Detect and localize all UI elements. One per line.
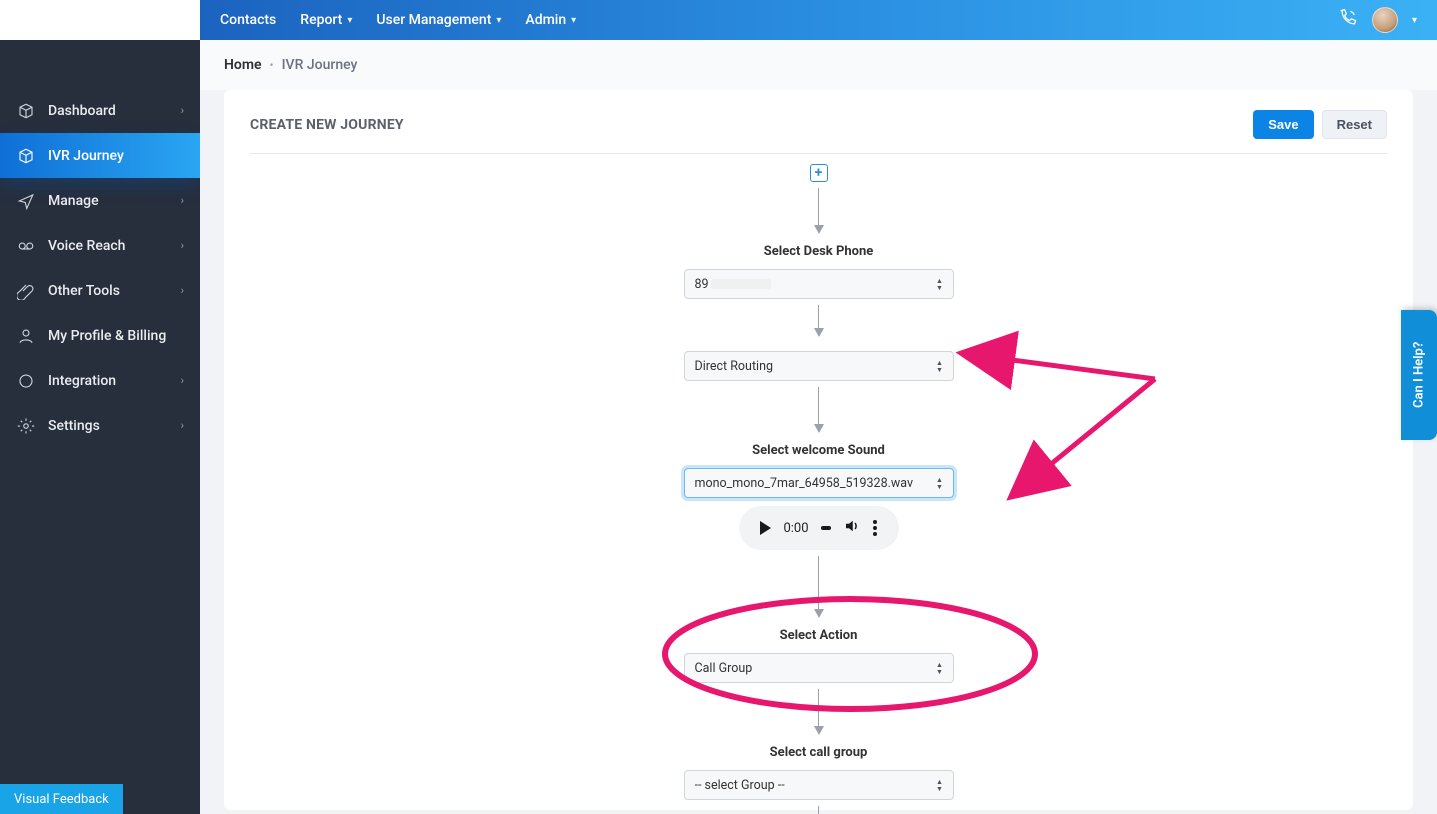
updown-icon: ▲▼ — [935, 359, 945, 373]
sidebar-item-voice-reach[interactable]: Voice Reach › — [0, 223, 200, 268]
breadcrumb-current: IVR Journey — [282, 57, 358, 73]
updown-icon: ▲▼ — [935, 476, 945, 490]
sidebar-item-integration[interactable]: Integration › — [0, 358, 200, 403]
chevron-down-icon[interactable]: ▾ — [1412, 15, 1417, 26]
sidebar: Dashboard › IVR Journey Manage › Voice R… — [0, 40, 200, 814]
save-button[interactable]: Save — [1253, 110, 1313, 139]
sidebar-item-label: Manage — [48, 193, 99, 209]
nav-report[interactable]: Report▾ — [300, 12, 352, 28]
nav-admin[interactable]: Admin▾ — [525, 12, 576, 28]
sidebar-item-label: Dashboard — [48, 103, 116, 119]
send-icon — [16, 192, 36, 210]
flow-connector — [818, 305, 819, 335]
sidebar-item-label: Voice Reach — [48, 238, 125, 254]
chevron-right-icon: › — [181, 284, 184, 297]
gear-icon — [16, 417, 36, 435]
step-label-call-group: Select call group — [770, 745, 868, 760]
volume-icon[interactable] — [843, 517, 861, 539]
step-label-welcome-sound: Select welcome Sound — [752, 443, 885, 458]
flow-connector — [818, 387, 819, 431]
user-icon — [16, 327, 36, 345]
breadcrumb: Home • IVR Journey — [200, 40, 1437, 90]
chevron-right-icon: › — [181, 374, 184, 387]
annotation-arrows — [990, 349, 1190, 533]
audio-track[interactable] — [821, 526, 831, 530]
sidebar-item-manage[interactable]: Manage › — [0, 178, 200, 223]
avatar[interactable] — [1372, 7, 1398, 33]
call-group-select[interactable]: -- select Group -- ▲▼ — [684, 770, 954, 800]
chevron-down-icon: ▾ — [571, 15, 576, 26]
updown-icon: ▲▼ — [935, 778, 945, 792]
play-icon[interactable] — [760, 521, 771, 535]
chevron-right-icon: › — [181, 239, 184, 252]
sidebar-item-label: My Profile & Billing — [48, 328, 166, 344]
sidebar-item-settings[interactable]: Settings › — [0, 403, 200, 448]
sidebar-item-ivr-journey[interactable]: IVR Journey — [0, 133, 200, 178]
sidebar-item-profile-billing[interactable]: My Profile & Billing — [0, 313, 200, 358]
flow-connector — [818, 556, 819, 616]
select-value: Call Group — [695, 661, 753, 676]
sidebar-item-label: IVR Journey — [48, 148, 124, 164]
cube-icon — [16, 147, 36, 165]
top-navbar: Contacts Report▾ User Management▾ Admin▾… — [200, 0, 1437, 40]
step-label-action: Select Action — [780, 628, 858, 643]
desk-phone-select[interactable]: 89 ▲▼ — [684, 269, 954, 299]
updown-icon: ▲▼ — [935, 277, 945, 291]
nav-user-management[interactable]: User Management▾ — [376, 12, 501, 28]
chevron-right-icon: › — [181, 104, 184, 117]
sidebar-item-label: Settings — [48, 418, 100, 434]
flow-area: + Select Desk Phone 89 ▲▼ Direct Routing… — [250, 154, 1387, 794]
breadcrumb-home[interactable]: Home — [224, 57, 262, 73]
select-value: mono_mono_7mar_64958_519328.wav — [695, 476, 914, 491]
action-select[interactable]: Call Group ▲▼ — [684, 653, 954, 683]
chevron-right-icon: › — [181, 194, 184, 207]
help-tab[interactable]: Can I Help? — [1401, 310, 1437, 440]
visual-feedback-button[interactable]: Visual Feedback — [0, 784, 123, 814]
sidebar-item-label: Other Tools — [48, 283, 120, 299]
cube-icon — [16, 102, 36, 120]
chevron-right-icon: › — [181, 419, 184, 432]
kebab-icon[interactable] — [873, 520, 877, 536]
voicemail-icon — [16, 237, 36, 255]
routing-select[interactable]: Direct Routing ▲▼ — [684, 351, 954, 381]
panel-title: CREATE NEW JOURNEY — [250, 117, 404, 133]
step-label-desk-phone: Select Desk Phone — [764, 244, 874, 259]
breadcrumb-separator: • — [270, 58, 274, 72]
sidebar-item-label: Integration — [48, 373, 116, 389]
paperclip-icon — [16, 282, 36, 300]
select-value: Direct Routing — [695, 359, 774, 374]
add-step-button[interactable]: + — [810, 164, 828, 182]
nav-contacts[interactable]: Contacts — [220, 12, 276, 28]
journey-panel: CREATE NEW JOURNEY Save Reset + Select D… — [224, 90, 1413, 810]
logo-area — [0, 0, 200, 40]
phone-icon[interactable] — [1338, 8, 1358, 32]
chevron-down-icon: ▾ — [347, 15, 352, 26]
content-area: Home • IVR Journey CREATE NEW JOURNEY Sa… — [200, 40, 1437, 814]
flow-connector — [818, 188, 819, 232]
sidebar-item-other-tools[interactable]: Other Tools › — [0, 268, 200, 313]
audio-time: 0:00 — [783, 521, 808, 536]
circle-icon — [16, 372, 36, 390]
flow-connector — [818, 689, 819, 733]
flow-connector — [818, 806, 819, 814]
sidebar-item-dashboard[interactable]: Dashboard › — [0, 88, 200, 133]
audio-player: 0:00 — [739, 506, 899, 550]
chevron-down-icon: ▾ — [496, 15, 501, 26]
updown-icon: ▲▼ — [935, 661, 945, 675]
reset-button[interactable]: Reset — [1322, 110, 1387, 139]
select-value: -- select Group -- — [695, 778, 785, 793]
select-value: 89 — [695, 277, 771, 292]
welcome-sound-select[interactable]: mono_mono_7mar_64958_519328.wav ▲▼ — [684, 468, 954, 498]
